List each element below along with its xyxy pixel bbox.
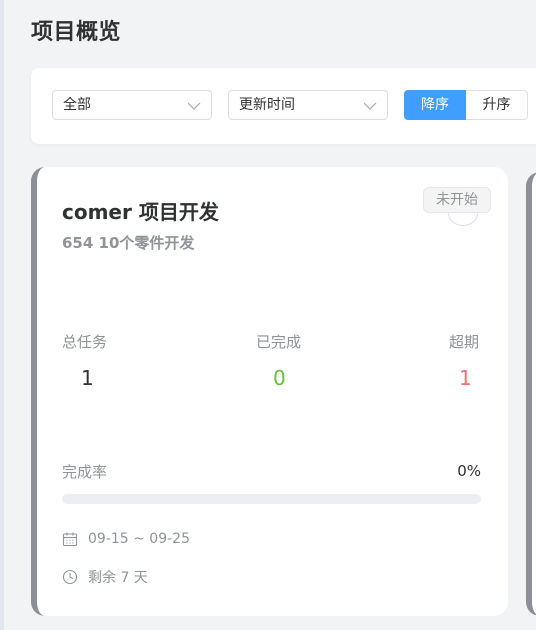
sort-field-select[interactable]: 更新时间: [228, 90, 388, 120]
project-card[interactable]: comer 项目开发 654 10个零件开发 未开始 总任务 已完成 超期 1 …: [31, 167, 508, 616]
completion-rate-label: 完成率: [62, 463, 108, 481]
sort-desc-button[interactable]: 降序: [404, 90, 466, 120]
calendar-icon: [62, 532, 78, 547]
total-tasks-label: 总任务: [62, 333, 108, 351]
status-badge: 未开始: [423, 187, 491, 213]
status-filter-value: 全部: [63, 97, 91, 113]
next-project-card[interactable]: [526, 172, 536, 616]
clock-icon: [62, 569, 78, 585]
date-range-row: 09-15 ~ 09-25: [62, 531, 190, 547]
date-range-text: 09-15 ~ 09-25: [88, 531, 190, 547]
remaining-days-text: 剩余 7 天: [88, 570, 148, 586]
sort-asc-button[interactable]: 升序: [466, 90, 528, 120]
completed-tasks-value: 0: [273, 366, 286, 390]
completed-tasks-label: 已完成: [256, 333, 302, 351]
project-title: comer 项目开发: [62, 200, 219, 224]
completion-rate-value: 0%: [457, 462, 481, 480]
remaining-days-row: 剩余 7 天: [62, 567, 148, 587]
page-title: 项目概览: [31, 20, 122, 45]
page-left-edge: [0, 0, 4, 630]
chevron-down-icon: [187, 102, 201, 110]
overdue-tasks-value: 1: [459, 366, 472, 390]
project-subtitle: 654 10个零件开发: [62, 234, 195, 252]
total-tasks-value: 1: [81, 366, 94, 390]
sort-field-value: 更新时间: [239, 97, 295, 113]
completion-progress-bar: [62, 494, 481, 504]
filter-bar: 全部 更新时间 降序 升序: [31, 68, 536, 144]
status-filter-select[interactable]: 全部: [52, 90, 212, 120]
chevron-down-icon: [363, 102, 377, 110]
overdue-tasks-label: 超期: [449, 333, 480, 351]
